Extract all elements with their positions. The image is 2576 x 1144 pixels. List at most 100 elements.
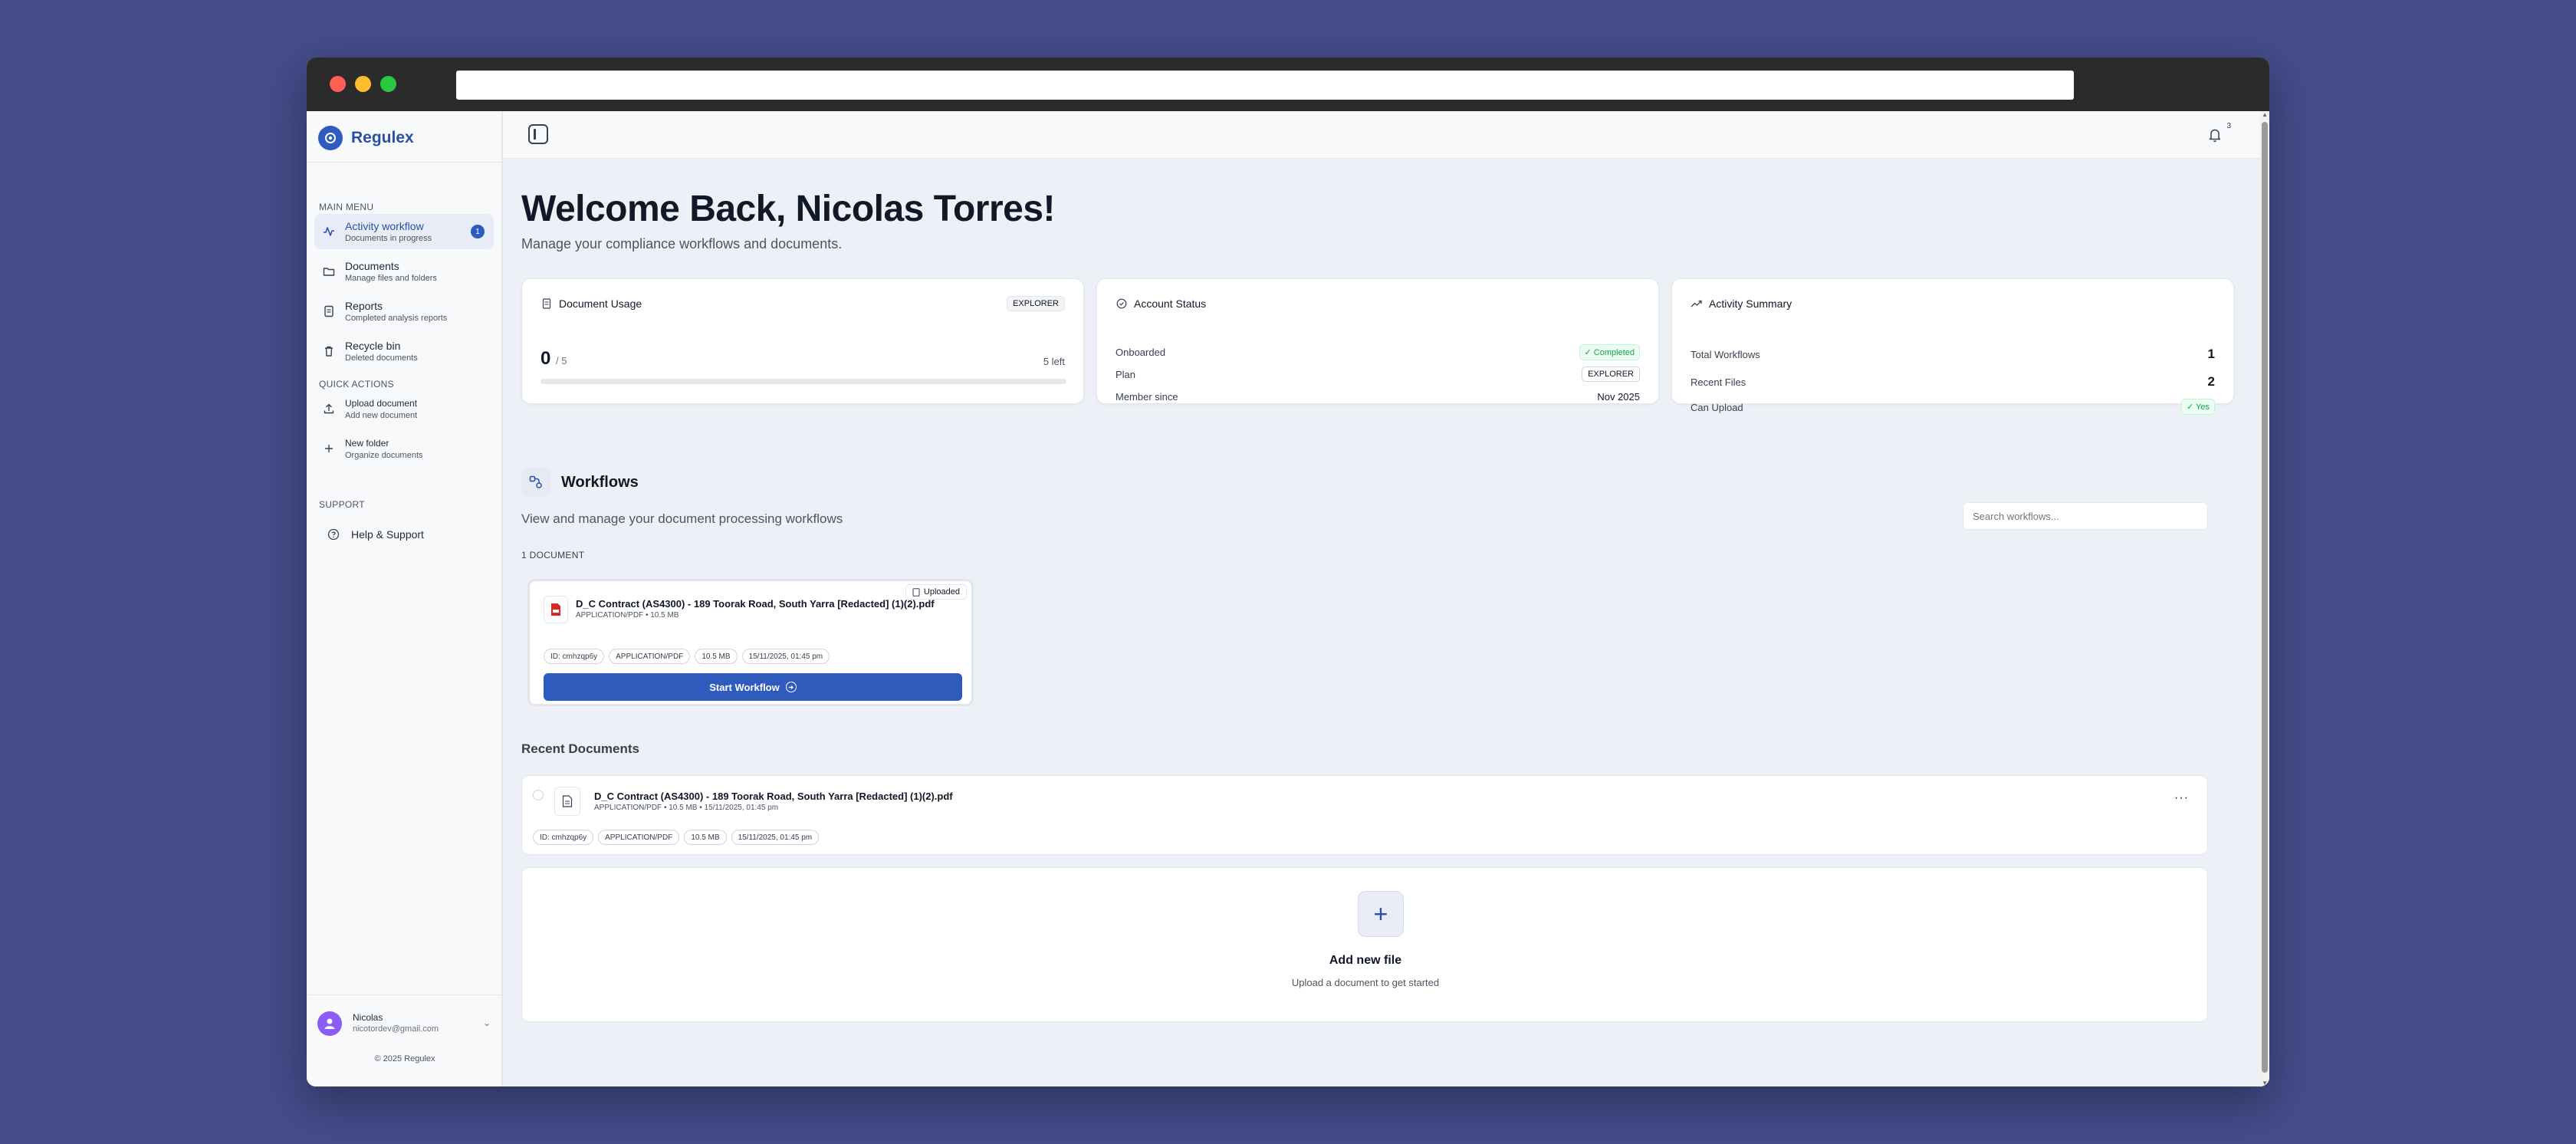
search-workflows-input[interactable] <box>1963 502 2208 530</box>
sidebar-item-activity-workflow[interactable]: Activity workflow Documents in progress … <box>314 214 494 249</box>
chevron-down-icon: ⌄ <box>482 1017 491 1028</box>
page-title: Welcome Back, Nicolas Torres! <box>521 189 1056 229</box>
plan-value-badge: EXPLORER <box>1582 367 1640 382</box>
size-tag: 10.5 MB <box>695 649 738 664</box>
user-name: Nicolas <box>353 1012 383 1023</box>
size-tag: 10.5 MB <box>684 830 727 845</box>
scroll-thumb[interactable] <box>2262 122 2268 1073</box>
id-tag: ID: cmhzqp6y <box>544 649 605 664</box>
activity-summary-card: Activity Summary Total Workflows 1 Recen… <box>1671 278 2234 415</box>
trending-up-icon <box>1691 298 1703 310</box>
report-icon <box>322 304 336 318</box>
card-title: Activity Summary <box>1709 298 1792 310</box>
status-badge: Uploaded <box>905 584 967 600</box>
quick-action-subtitle: Organize documents <box>345 451 423 460</box>
avatar <box>317 1011 342 1036</box>
document-icon <box>540 298 553 310</box>
member-since-label: Member since <box>1116 391 1178 403</box>
sidebar-item-title: Activity workflow <box>345 220 424 232</box>
document-icon <box>554 787 580 816</box>
pdf-file-icon <box>544 596 568 623</box>
document-tags: ID: cmhzqp6y APPLICATION/PDF 10.5 MB 15/… <box>544 649 830 664</box>
plus-icon <box>322 442 336 455</box>
scrollbar[interactable]: ▲ ▼ <box>2260 111 2269 1086</box>
status-label: Uploaded <box>923 587 960 597</box>
can-upload-label: Can Upload <box>1691 402 1743 413</box>
main-content: 3 ▲ ▼ Welcome Back, Nicolas Torres! Mana… <box>503 111 2269 1086</box>
sidebar-item-subtitle: Deleted documents <box>345 353 418 363</box>
sidebar-item-title: Documents <box>345 260 399 272</box>
document-name: D_C Contract (AS4300) - 189 Toorak Road,… <box>576 598 935 610</box>
start-workflow-label: Start Workflow <box>709 681 780 693</box>
usage-used: 0 <box>540 348 551 369</box>
logo-icon <box>318 126 343 150</box>
account-status-card: Account Status Onboarded ✓ Completed Pla… <box>1096 278 1659 404</box>
date-tag: 15/11/2025, 01:45 pm <box>731 830 820 845</box>
sidebar-item-documents[interactable]: Documents Manage files and folders <box>314 254 494 289</box>
workflow-icon <box>521 468 550 497</box>
recent-document-row[interactable]: D_C Contract (AS4300) - 189 Toorak Road,… <box>521 775 2208 855</box>
workflow-document-card[interactable]: D_C Contract (AS4300) - 189 Toorak Road,… <box>527 579 974 706</box>
maximize-window-button[interactable] <box>380 76 396 92</box>
onboarded-label: Onboarded <box>1116 347 1166 358</box>
workflows-title: Workflows <box>561 474 639 491</box>
add-file-subtitle: Upload a document to get started <box>1291 977 1440 988</box>
help-support-link[interactable]: Help & Support <box>314 521 494 548</box>
sidebar-item-subtitle: Manage files and folders <box>345 274 437 283</box>
usage-max: / 5 <box>556 355 567 367</box>
add-file-title: Add new file <box>1329 954 1402 967</box>
sidebar: Regulex MAIN MENU Activity workflow Docu… <box>307 111 503 1086</box>
app-window: Regulex MAIN MENU Activity workflow Docu… <box>307 58 2269 1086</box>
recent-documents-title: Recent Documents <box>521 741 639 756</box>
scroll-up-icon[interactable]: ▲ <box>2262 111 2268 118</box>
quick-actions-label: QUICK ACTIONS <box>319 379 394 390</box>
sidebar-item-recycle-bin[interactable]: Recycle bin Deleted documents <box>314 334 494 369</box>
upload-document-action[interactable]: Upload document Add new document <box>314 392 494 426</box>
user-menu[interactable]: Nicolas nicotordev@gmail.com ⌄ <box>317 1008 494 1039</box>
notification-count: 3 <box>2226 122 2231 130</box>
new-folder-action[interactable]: New folder Organize documents <box>314 432 494 465</box>
support-label: SUPPORT <box>319 499 365 510</box>
brand-name: Regulex <box>351 129 414 146</box>
close-window-button[interactable] <box>330 76 346 92</box>
select-checkbox[interactable] <box>533 790 544 800</box>
total-workflows-value: 1 <box>2207 347 2215 361</box>
plan-badge: EXPLORER <box>1007 296 1065 311</box>
recent-files-value: 2 <box>2207 374 2215 389</box>
address-bar[interactable] <box>456 71 2074 100</box>
document-meta: APPLICATION/PDF • 10.5 MB • 15/11/2025, … <box>594 804 779 812</box>
sidebar-item-subtitle: Documents in progress <box>345 234 432 243</box>
top-bar: 3 <box>503 111 2269 159</box>
onboarded-status-badge: ✓ Completed <box>1579 344 1640 360</box>
scroll-down-icon[interactable]: ▼ <box>2262 1080 2268 1086</box>
sidebar-toggle-button[interactable] <box>528 124 548 144</box>
user-email: nicotordev@gmail.com <box>353 1024 439 1034</box>
start-workflow-button[interactable]: Start Workflow ➜ <box>544 673 962 701</box>
notifications-button[interactable] <box>2205 125 2225 145</box>
add-new-file-card[interactable]: + Add new file Upload a document to get … <box>521 867 2208 1022</box>
divider <box>307 162 503 163</box>
minimize-window-button[interactable] <box>355 76 371 92</box>
sidebar-item-subtitle: Completed analysis reports <box>345 314 448 323</box>
total-workflows-label: Total Workflows <box>1691 349 1760 360</box>
more-options-button[interactable]: ··· <box>2174 791 2189 805</box>
usage-remaining: 5 left <box>1043 356 1065 367</box>
document-name: D_C Contract (AS4300) - 189 Toorak Road,… <box>594 791 953 802</box>
type-tag: APPLICATION/PDF <box>609 649 691 664</box>
trash-icon <box>322 344 336 358</box>
document-tags: ID: cmhzqp6y APPLICATION/PDF 10.5 MB 15/… <box>533 830 820 845</box>
page-subtitle: Manage your compliance workflows and doc… <box>521 236 843 251</box>
quick-action-title: New folder <box>345 438 389 449</box>
id-tag: ID: cmhzqp6y <box>533 830 594 845</box>
quick-action-subtitle: Add new document <box>345 411 418 420</box>
sidebar-item-title: Recycle bin <box>345 340 401 352</box>
sidebar-item-reports[interactable]: Reports Completed analysis reports <box>314 294 494 329</box>
activity-icon <box>322 225 336 238</box>
workflows-subtitle: View and manage your document processing… <box>521 511 843 526</box>
check-circle-icon <box>1116 298 1128 310</box>
folder-icon <box>322 265 336 278</box>
brand[interactable]: Regulex <box>318 125 414 151</box>
help-support-label: Help & Support <box>351 528 424 541</box>
document-meta: APPLICATION/PDF • 10.5 MB <box>576 611 679 620</box>
date-tag: 15/11/2025, 01:45 pm <box>741 649 830 664</box>
